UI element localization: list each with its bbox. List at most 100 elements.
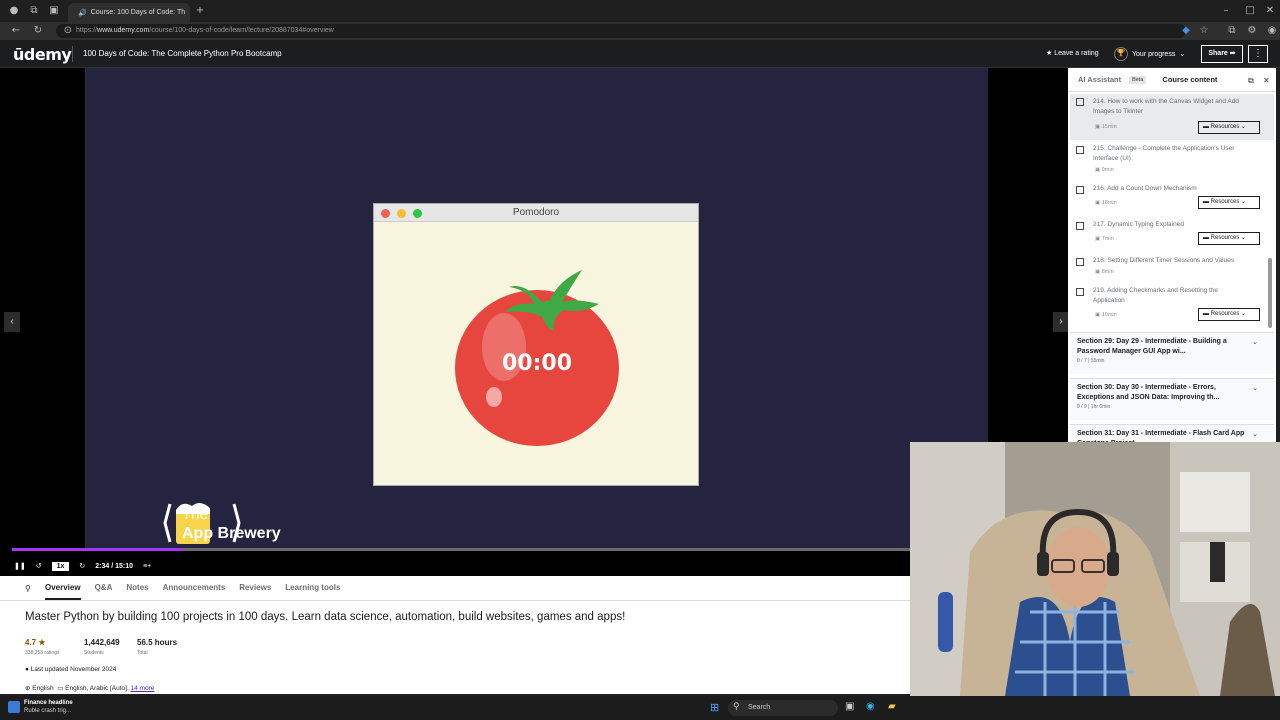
lecture-checkbox[interactable] [1076, 98, 1084, 106]
beta-badge: Beta [1129, 75, 1147, 84]
ratings-count[interactable]: 338,253 ratings [25, 650, 59, 656]
sidebar-scrollbar[interactable] [1268, 258, 1272, 328]
taskbar-search[interactable]: Search [728, 700, 838, 716]
new-tab-icon[interactable]: + [194, 5, 206, 17]
section-header-29[interactable]: Section 29: Day 29 - Intermediate - Buil… [1070, 332, 1274, 374]
workspaces-icon[interactable]: ⧉ [28, 5, 40, 17]
copilot-icon[interactable]: ◉ [1266, 25, 1278, 37]
tab-reviews[interactable]: Reviews [239, 583, 271, 600]
maximize-icon[interactable]: □ [1244, 5, 1256, 17]
edge-icon[interactable]: ◉ [866, 701, 875, 712]
course-title[interactable]: 100 Days of Code: The Complete Python Pr… [83, 49, 282, 58]
file-explorer-icon[interactable]: ▰ [888, 701, 896, 712]
previous-lecture-button[interactable]: ‹ [4, 312, 20, 332]
tab-course-content[interactable]: Course content [1162, 75, 1217, 84]
search-label: Search [748, 704, 771, 711]
section-progress: 0 / 7 | 55min [1077, 358, 1105, 364]
tab-actions-icon[interactable]: ▣ [48, 5, 60, 17]
resources-button[interactable]: ▬ Resources ⌄ [1198, 308, 1260, 321]
udemy-logo[interactable]: ūdemy [13, 45, 72, 64]
lecture-checkbox[interactable] [1076, 222, 1084, 230]
section-title: Section 30: Day 30 - Intermediate - Erro… [1077, 384, 1220, 401]
search-icon[interactable]: ⚲ [25, 584, 31, 593]
progress-button[interactable]: 🏆 Your progress ⌄ [1114, 47, 1185, 61]
resources-button[interactable]: ▬ Resources ⌄ [1198, 232, 1260, 245]
sidebar-divider [1068, 91, 1276, 92]
tab-ai-assistant[interactable]: AI Assistant [1078, 75, 1121, 84]
close-tab-icon[interactable]: ✕ [189, 9, 190, 17]
next-lecture-button[interactable]: › [1053, 312, 1069, 332]
resources-button[interactable]: ▬ Resources ⌄ [1198, 196, 1260, 209]
lecture-item[interactable]: 214. How to work with the Canvas Widget … [1070, 94, 1274, 140]
time-display: 2:34 / 15:10 [95, 562, 134, 570]
tab-learning-tools[interactable]: Learning tools [285, 583, 340, 600]
expand-icon[interactable]: ⧉ [1248, 76, 1254, 86]
window-close-icon [381, 209, 390, 218]
chevron-down-icon: ⌄ [1252, 339, 1258, 346]
lecture-title: 216. Add a Count Down Mechanism [1093, 185, 1197, 192]
close-window-icon[interactable]: ✕ [1264, 5, 1276, 17]
tab-overview[interactable]: Overview [45, 583, 81, 600]
seek-progress [12, 548, 183, 551]
section-header-30[interactable]: Section 30: Day 30 - Intermediate - Erro… [1070, 378, 1274, 420]
add-note-icon[interactable]: ≡+ [143, 563, 151, 570]
resources-button[interactable]: ▬ Resources ⌄ [1198, 121, 1260, 134]
trophy-icon: 🏆 [1114, 47, 1128, 61]
tab-qa[interactable]: Q&A [95, 583, 113, 600]
browser-tab-bar [0, 0, 1280, 22]
tab-notes[interactable]: Notes [126, 583, 148, 600]
captions-text: English, Arabic [Auto], [65, 685, 129, 692]
close-sidebar-icon[interactable]: ✕ [1263, 76, 1270, 85]
more-options-button[interactable]: ⋮ [1248, 45, 1268, 63]
tabs-divider [0, 600, 910, 601]
students-label: Students [84, 650, 104, 656]
last-updated: ● Last updated November 2024 [25, 666, 116, 673]
tab-announcements[interactable]: Announcements [163, 583, 226, 600]
url-input[interactable]: https://www.udemy.com/course/100-days-of… [56, 24, 1186, 38]
lecture-item[interactable]: 215. Challenge - Complete the Applicatio… [1070, 144, 1274, 178]
lecture-checkbox[interactable] [1076, 288, 1084, 296]
lecture-checkbox[interactable] [1076, 186, 1084, 194]
window-zoom-icon [413, 209, 422, 218]
speaker-icon[interactable]: 🔊 [78, 9, 87, 17]
task-view-icon[interactable]: ▣ [845, 701, 854, 712]
lecture-item[interactable]: 217. Dynamic Typing Explained ▣ 7min ▬ R… [1070, 220, 1274, 250]
reload-icon[interactable]: ↻ [32, 25, 44, 37]
extension-icon[interactable]: ◆ [1180, 25, 1192, 37]
favorite-star-icon[interactable]: ☆ [1198, 25, 1210, 37]
lecture-item[interactable]: 219. Adding Checkmarks and Resetting the… [1070, 286, 1274, 326]
lecture-duration: ▣ 7min [1095, 236, 1114, 242]
news-headline[interactable]: Finance headline [24, 700, 73, 706]
pause-icon[interactable]: ❚❚ [14, 562, 26, 570]
lecture-checkbox[interactable] [1076, 146, 1084, 154]
section-progress: 0 / 9 | 1hr 6min [1077, 404, 1111, 410]
share-label: Share [1208, 50, 1228, 57]
rewind-icon[interactable]: ↺ [36, 562, 42, 570]
settings-more-icon[interactable]: ⚙ [1246, 25, 1258, 37]
browser-tab[interactable]: 🔊 Course: 100 Days of Code: Th ✕ [68, 3, 190, 22]
minimize-icon[interactable]: – [1220, 5, 1232, 17]
lecture-item[interactable]: 216. Add a Count Down Mechanism ▣ 18min … [1070, 184, 1274, 214]
share-button[interactable]: Share ➦ [1201, 45, 1243, 63]
chevron-down-icon: ⌄ [1179, 51, 1186, 58]
brand-the: The [182, 506, 208, 523]
lecture-tabs: Overview Q&A Notes Announcements Reviews… [45, 583, 340, 600]
playback-speed-button[interactable]: 1x [51, 561, 70, 571]
lecture-duration: ▣ 9min [1095, 167, 1114, 173]
collections-icon[interactable]: ⧉ [1226, 25, 1238, 37]
leave-rating-label: Leave a rating [1054, 50, 1099, 57]
leave-rating-button[interactable]: ★ Leave a rating [1046, 49, 1099, 57]
more-languages-link[interactable]: 14 more [131, 685, 155, 692]
hours-label: Total [137, 650, 148, 656]
profile-icon[interactable]: ● [8, 5, 20, 17]
lecture-duration: ▣ 8min [1095, 269, 1114, 275]
back-icon[interactable]: ← [10, 25, 22, 37]
chevron-down-icon: ⌄ [1252, 385, 1258, 392]
lecture-checkbox[interactable] [1076, 258, 1084, 266]
section-header-31[interactable]: Section 31: Day 31 - Intermediate - Flas… [1070, 424, 1274, 442]
lecture-item[interactable]: 218. Setting Different Timer Sessions an… [1070, 256, 1274, 280]
finance-widget-icon[interactable] [8, 701, 20, 713]
windows-start-icon[interactable]: ⊞ [710, 701, 719, 714]
site-info-icon[interactable]: ⊙ [62, 25, 74, 37]
forward-icon[interactable]: ↻ [79, 562, 85, 570]
